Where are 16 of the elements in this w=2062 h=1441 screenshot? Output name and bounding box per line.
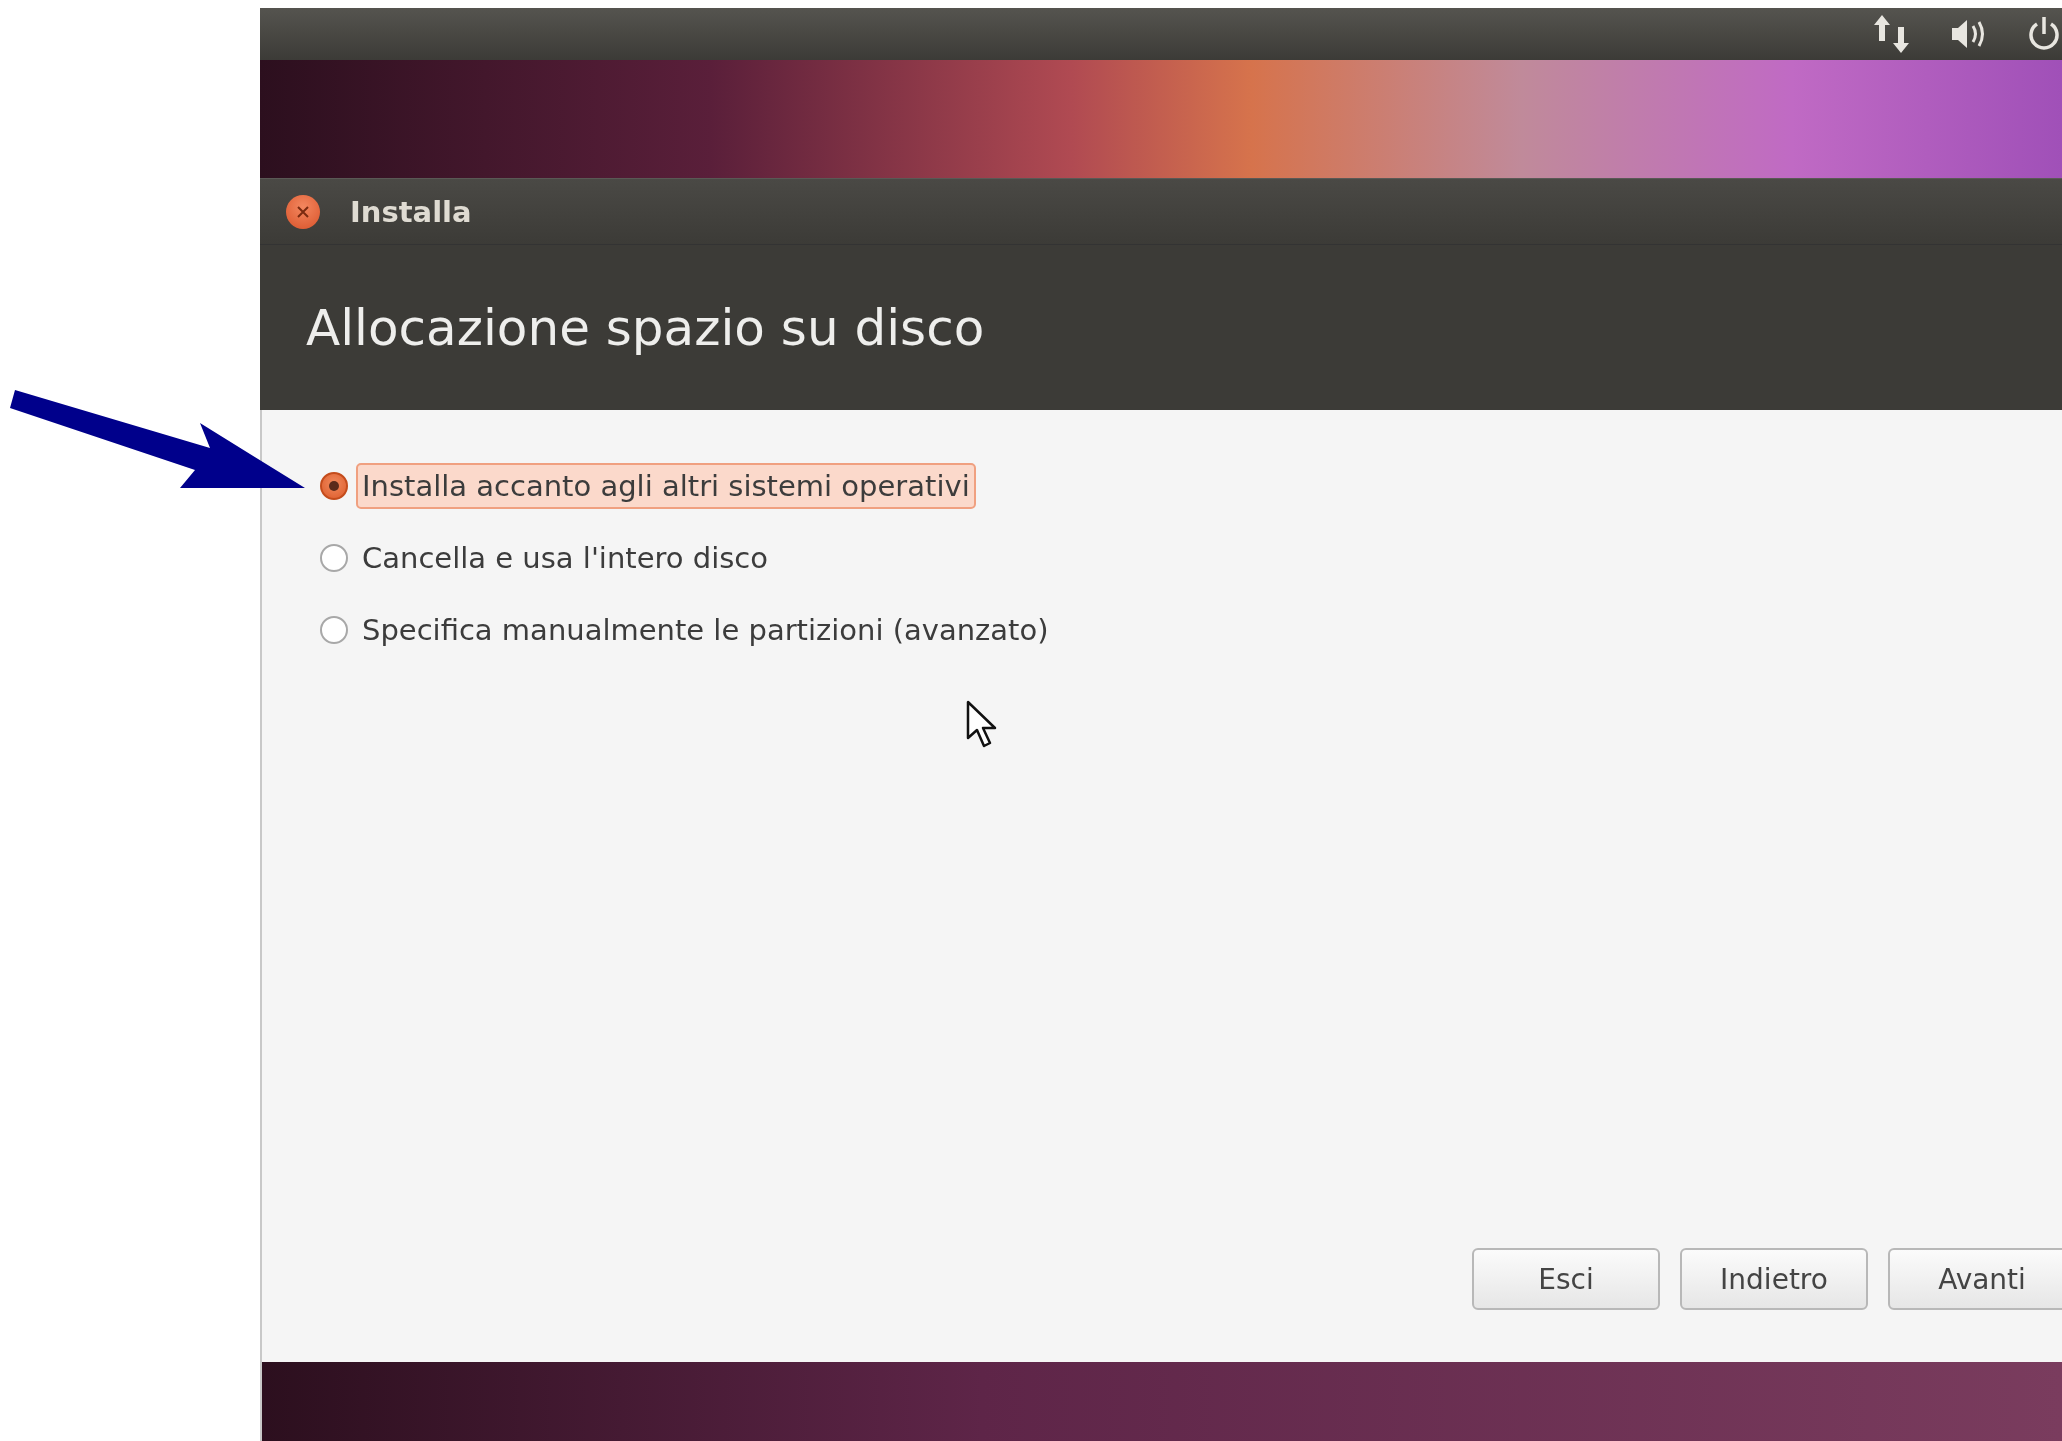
- power-icon[interactable]: [2026, 15, 2062, 53]
- radio-button[interactable]: [320, 472, 348, 500]
- page-heading: Allocazione spazio su disco: [306, 298, 985, 357]
- option-label[interactable]: Cancella e usa l'intero disco: [356, 535, 774, 581]
- radio-button[interactable]: [320, 616, 348, 644]
- mouse-pointer-icon: [966, 700, 998, 750]
- dialog-button[interactable]: Esci: [1472, 1248, 1660, 1310]
- network-arrows-icon[interactable]: [1872, 13, 1912, 55]
- close-icon: [296, 204, 310, 219]
- dialog-button[interactable]: Avanti: [1888, 1248, 2062, 1310]
- option-label[interactable]: Installa accanto agli altri sistemi operativi: [356, 463, 976, 509]
- close-button[interactable]: [286, 194, 320, 229]
- radio-button[interactable]: [320, 544, 348, 572]
- dialog-button[interactable]: Indietro: [1680, 1248, 1868, 1310]
- option-label[interactable]: Specifica manualmente le partizioni (avanzato): [356, 607, 1055, 653]
- window-title: Installa: [350, 194, 472, 229]
